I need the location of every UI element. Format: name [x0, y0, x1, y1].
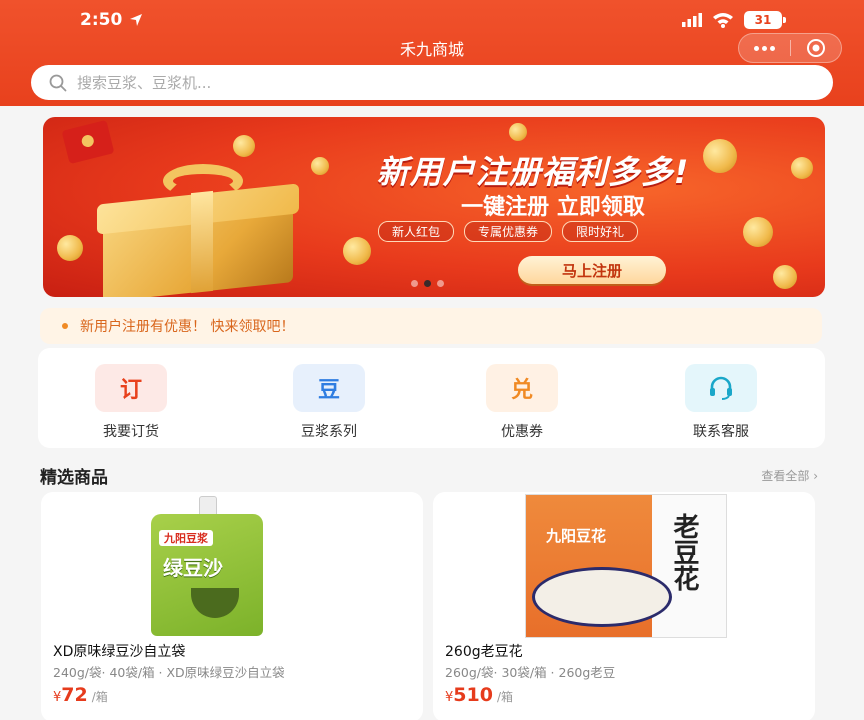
quick-nav: 订 我要订货 豆 豆浆系列 兑 优惠券 联系客服 — [38, 348, 825, 448]
package-brand: 九阳豆浆 — [159, 530, 213, 546]
product-card[interactable]: 九阳豆花 老豆花 260g老豆花 260g/袋· 30袋/箱 · 260g老豆 … — [433, 492, 815, 720]
carousel-dot[interactable] — [411, 280, 418, 287]
order-icon: 订 — [95, 364, 167, 412]
coin-decoration — [743, 217, 773, 247]
coin-decoration — [311, 157, 329, 175]
headset-icon — [685, 364, 757, 412]
quick-nav-soymilk[interactable]: 豆 豆浆系列 — [279, 364, 379, 441]
wifi-icon — [713, 13, 733, 28]
quick-nav-label: 优惠券 — [501, 424, 543, 440]
product-card[interactable]: 九阳豆浆 绿豆沙 XD原味绿豆沙自立袋 240g/袋· 40袋/箱 · XD原味… — [41, 492, 423, 720]
section-title: 精选商品 — [40, 468, 108, 488]
banner-tag: 新人红包 — [378, 221, 455, 242]
banner-tag: 限时好礼 — [562, 221, 639, 242]
coin-decoration — [791, 157, 813, 179]
quick-nav-coupon[interactable]: 兑 优惠券 — [472, 364, 572, 441]
banner-tag: 专属优惠券 — [464, 221, 553, 242]
miniprogram-capsule — [738, 33, 842, 63]
coin-decoration — [773, 265, 797, 289]
header-bar: 2:50 31 禾九商城 搜索豆浆、豆浆机... — [0, 0, 864, 106]
notice-dot-icon — [62, 323, 68, 329]
quick-nav-support[interactable]: 联系客服 — [671, 364, 771, 441]
product-name: XD原味绿豆沙自立袋 — [53, 644, 186, 660]
product-image: 九阳豆浆 绿豆沙 — [41, 492, 423, 640]
search-icon — [49, 74, 67, 91]
product-price: ¥510/箱 — [445, 684, 513, 706]
coin-decoration — [57, 235, 83, 261]
coin-decoration — [509, 123, 527, 141]
product-price: ¥72/箱 — [53, 684, 108, 706]
search-bar[interactable]: 搜索豆浆、豆浆机... — [31, 65, 833, 100]
view-all-link[interactable]: 查看全部 › — [761, 467, 818, 484]
signal-icon — [682, 13, 702, 27]
notice-text: 新用户注册有优惠！ 快来领取吧！ — [80, 319, 295, 335]
product-name: 260g老豆花 — [445, 644, 523, 660]
carousel-dot[interactable] — [437, 280, 444, 287]
banner-subline: 一键注册 立即领取 — [461, 195, 645, 220]
quick-nav-label: 我要订货 — [103, 424, 159, 440]
product-spec: 240g/袋· 40袋/箱 · XD原味绿豆沙自立袋 — [53, 665, 285, 680]
location-arrow-icon — [130, 14, 142, 26]
package-title: 老豆花 — [669, 513, 699, 591]
close-miniprogram-button[interactable] — [791, 38, 842, 58]
status-time: 2:50 — [80, 10, 123, 30]
more-menu-button[interactable] — [739, 45, 790, 51]
carousel-indicator — [411, 280, 444, 287]
notice-bar[interactable]: 新用户注册有优惠！ 快来领取吧！ — [40, 308, 822, 344]
quick-nav-label: 联系客服 — [693, 424, 749, 440]
bowl-icon — [191, 588, 239, 618]
quick-nav-order[interactable]: 订 我要订货 — [81, 364, 181, 441]
quick-nav-label: 豆浆系列 — [301, 424, 357, 440]
gift-box-icon — [97, 164, 303, 297]
coin-decoration — [343, 237, 371, 265]
carousel-dot-active[interactable] — [424, 280, 431, 287]
package-title: 绿豆沙 — [163, 556, 223, 580]
plate-icon — [532, 567, 672, 627]
soybean-icon: 豆 — [293, 364, 365, 412]
status-icons: 31 — [682, 11, 786, 29]
coin-decoration — [233, 135, 255, 157]
page-title: 禾九商城 — [399, 40, 464, 59]
red-packet-icon — [61, 119, 115, 165]
promo-banner[interactable]: 新用户注册福利多多! 一键注册 立即领取 新人红包 专属优惠券 限时好礼 马上注… — [43, 117, 825, 297]
search-input[interactable]: 搜索豆浆、豆浆机... — [77, 72, 211, 93]
coupon-icon: 兑 — [486, 364, 558, 412]
target-close-icon — [806, 39, 825, 57]
battery-indicator: 31 — [744, 11, 786, 29]
product-image: 九阳豆花 老豆花 — [433, 492, 815, 640]
banner-headline: 新用户注册福利多多! — [376, 153, 690, 191]
package-brand: 九阳豆花 — [546, 527, 607, 545]
banner-tags: 新人红包 专属优惠券 限时好礼 — [378, 221, 639, 242]
register-now-button[interactable]: 马上注册 — [518, 256, 666, 284]
product-spec: 260g/袋· 30袋/箱 · 260g老豆 — [445, 665, 616, 680]
